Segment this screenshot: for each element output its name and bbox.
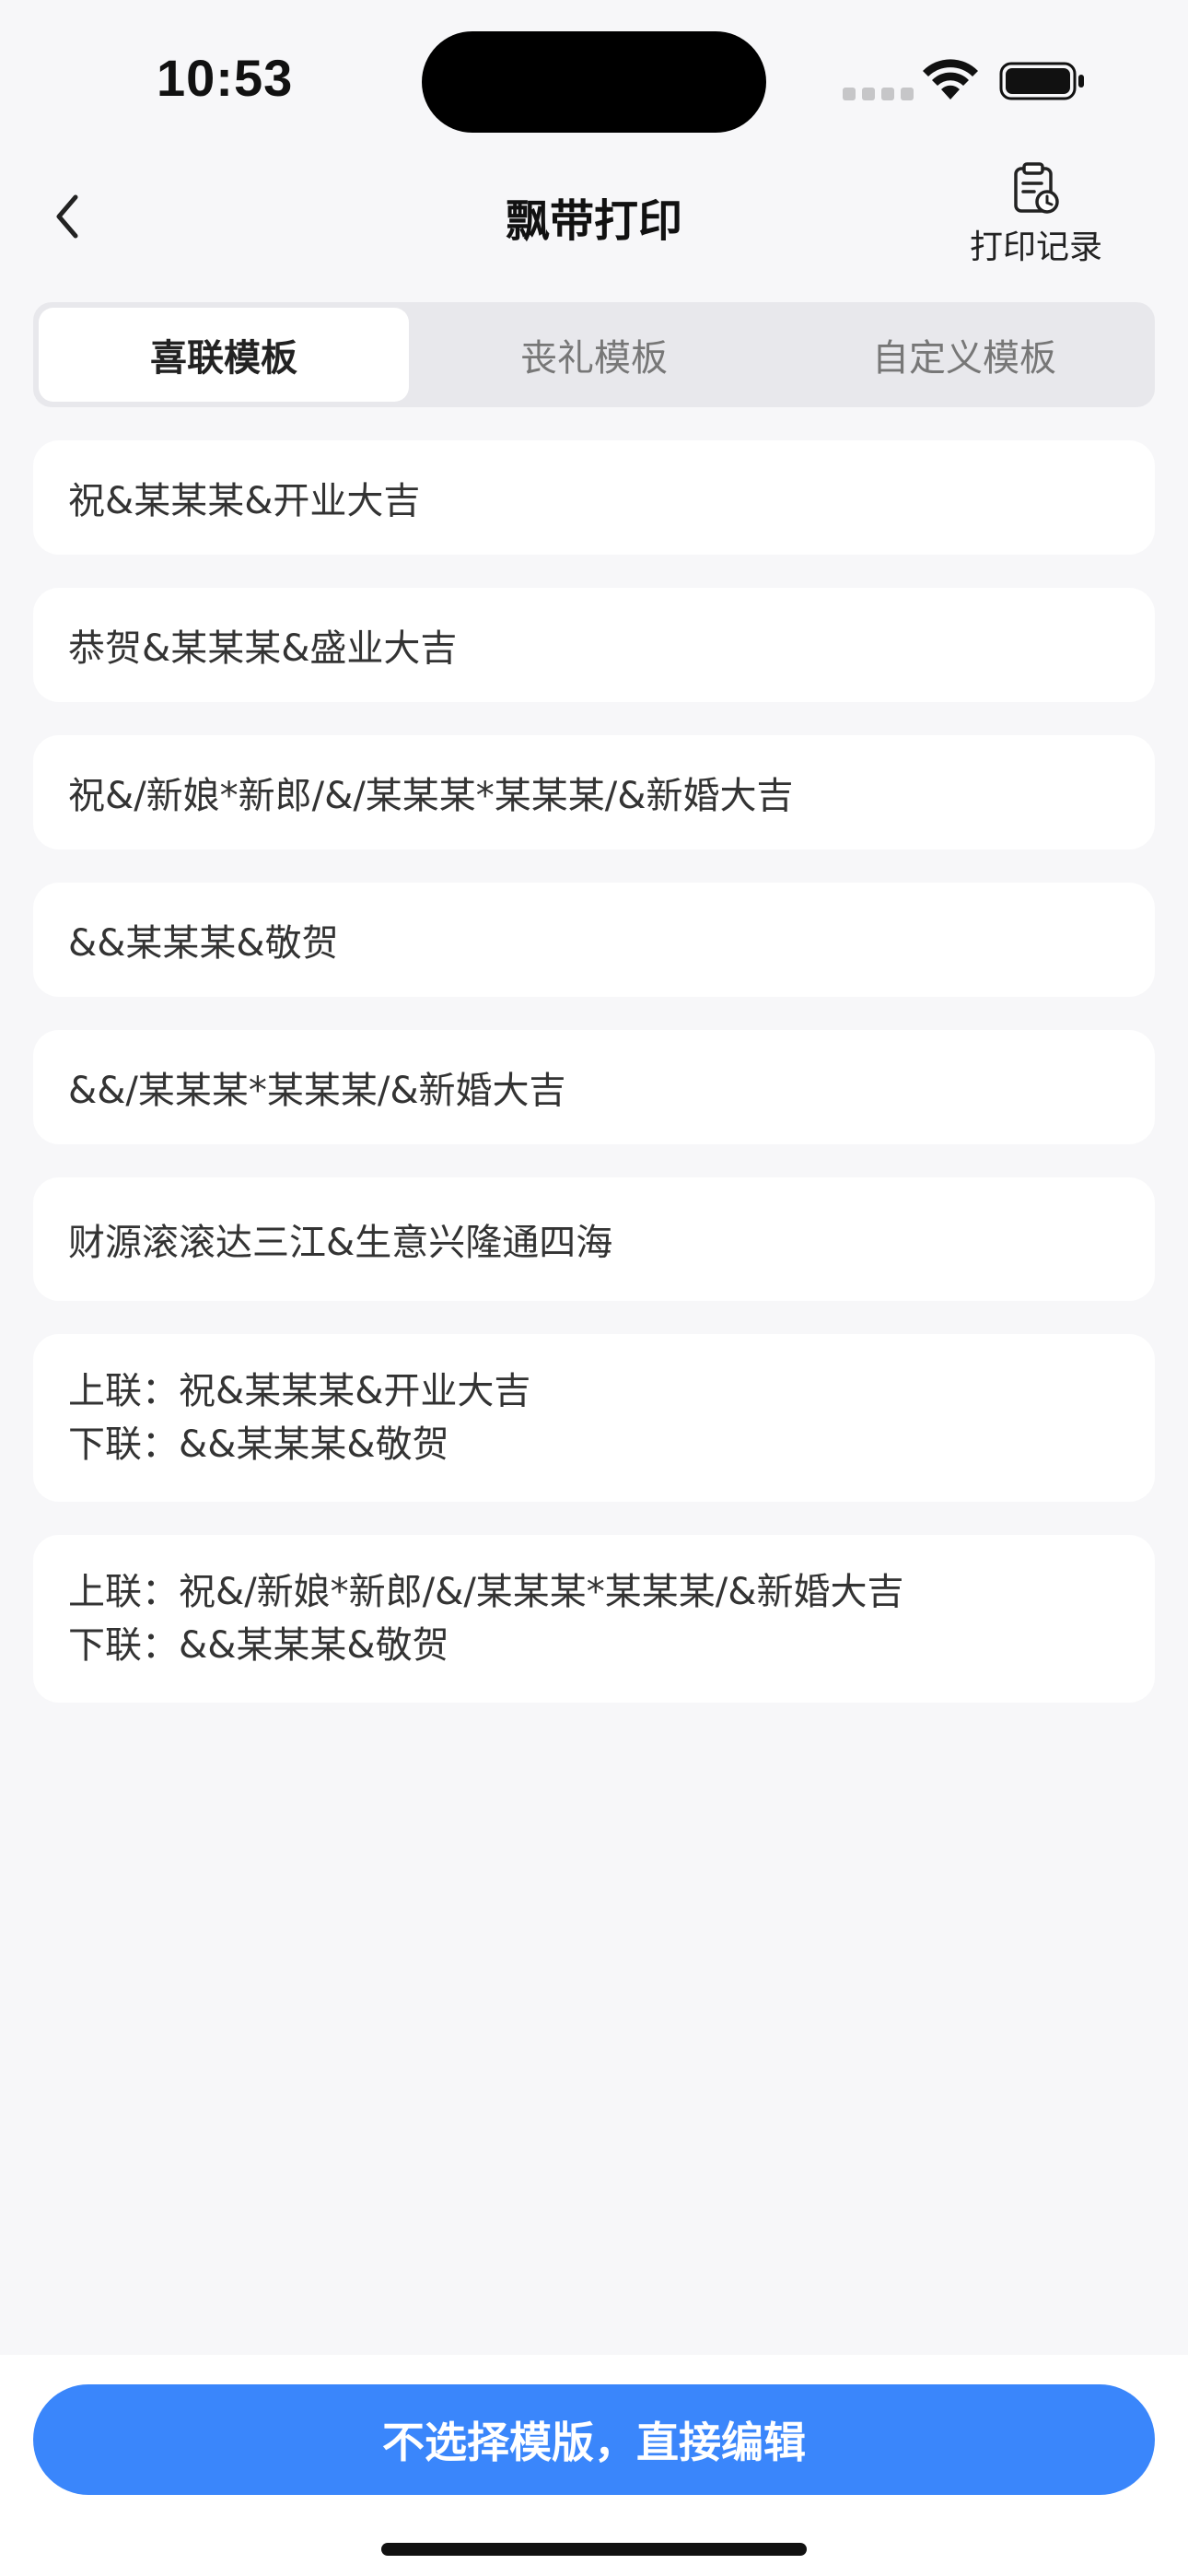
template-text: 祝&/新娘*新郎/&/某某某*某某某/&新婚大吉	[68, 775, 794, 817]
template-text: &&某某某&敬贺	[68, 922, 339, 965]
tab-funeral-templates[interactable]: 丧礼模板	[409, 308, 779, 402]
skip-template-edit-button[interactable]: 不选择模版，直接编辑	[33, 2384, 1155, 2495]
home-indicator[interactable]	[381, 2543, 807, 2556]
clipboard-clock-icon	[1014, 162, 1059, 214]
template-item[interactable]: &&某某某&敬贺	[33, 883, 1155, 997]
template-text: &&/某某某*某某某/&新婚大吉	[68, 1070, 566, 1112]
template-lower-line: 下联：&&某某某&敬贺	[68, 1423, 449, 1466]
template-lower-line: 下联：&&某某某&敬贺	[68, 1624, 449, 1667]
wifi-icon	[923, 59, 978, 100]
template-item[interactable]: 祝&/新娘*新郎/&/某某某*某某某/&新婚大吉	[33, 735, 1155, 849]
template-item[interactable]: &&/某某某*某某某/&新婚大吉	[33, 1030, 1155, 1144]
template-category-tabs: 喜联模板 丧礼模板 自定义模板	[33, 302, 1155, 407]
template-text: 恭贺&某某某&盛业大吉	[68, 627, 458, 670]
status-bar: 10:53	[0, 0, 1188, 147]
template-item[interactable]: 祝&某某某&开业大吉	[33, 440, 1155, 555]
print-history-label: 打印记录	[969, 228, 1102, 266]
template-item[interactable]: 财源滚滚达三江&生意兴隆通四海	[33, 1177, 1155, 1301]
template-item[interactable]: 恭贺&某某某&盛业大吉	[33, 588, 1155, 702]
template-text: 财源滚滚达三江&生意兴隆通四海	[68, 1222, 613, 1264]
template-list: 祝&某某某&开业大吉 恭贺&某某某&盛业大吉 祝&/新娘*新郎/&/某某某*某某…	[33, 440, 1155, 1736]
template-upper-line: 上联：祝&/新娘*新郎/&/某某某*某某某/&新婚大吉	[68, 1571, 904, 1613]
template-item[interactable]: 上联：祝&某某某&开业大吉 下联：&&某某某&敬贺	[33, 1334, 1155, 1502]
tab-wedding-templates[interactable]: 喜联模板	[39, 308, 409, 402]
template-text: 祝&某某某&开业大吉	[68, 480, 421, 522]
cellular-signal-icon	[843, 88, 914, 100]
template-item[interactable]: 上联：祝&/新娘*新郎/&/某某某*某某某/&新婚大吉 下联：&&某某某&敬贺	[33, 1535, 1155, 1703]
template-upper-line: 上联：祝&某某某&开业大吉	[68, 1370, 531, 1412]
status-time: 10:53	[157, 49, 294, 107]
bottom-action-bar: 不选择模版，直接编辑	[0, 2355, 1188, 2576]
battery-icon	[999, 62, 1084, 100]
tab-custom-templates[interactable]: 自定义模板	[779, 308, 1149, 402]
dynamic-island	[422, 31, 766, 133]
print-history-button[interactable]: 打印记录	[953, 161, 1119, 272]
navigation-bar: 飘带打印 打印记录	[0, 147, 1188, 286]
